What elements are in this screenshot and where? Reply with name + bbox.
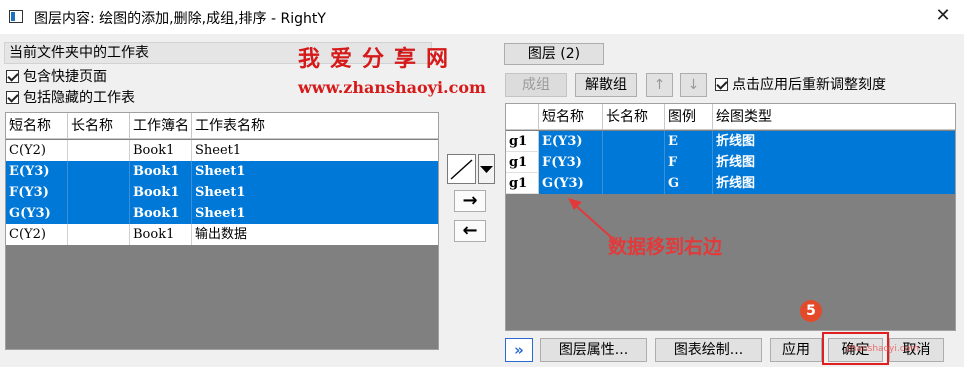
expand-dialog-button[interactable]: » xyxy=(505,338,533,362)
cell-long xyxy=(603,173,665,194)
cell-book: Book1 xyxy=(130,140,192,161)
checkbox-checked-icon[interactable] xyxy=(6,70,19,83)
grid-header: 短名称 长名称 工作簿名 工作表名称 xyxy=(6,113,438,139)
cell-long xyxy=(68,140,130,161)
col-plot-type[interactable]: 绘图类型 xyxy=(713,104,955,130)
cell-short: C(Y2) xyxy=(6,224,68,245)
cell-sheet: Sheet1 xyxy=(195,164,246,179)
include-shortcut-pages-checkbox[interactable]: 包含快捷页面 xyxy=(6,68,107,86)
cell-type: 折线图 xyxy=(716,176,756,191)
ungroup-button[interactable]: 解散组 xyxy=(575,73,637,97)
cell-book: Book1 xyxy=(130,161,192,182)
remove-from-layer-button[interactable]: ← xyxy=(454,220,486,242)
move-up-button[interactable]: ↑ xyxy=(646,73,673,97)
cell-short: F(Y3) xyxy=(6,182,68,203)
table-row[interactable]: C(Y2) Book1 输出数据 xyxy=(6,224,438,245)
move-down-button[interactable]: ↓ xyxy=(680,73,707,97)
window-title: 图层内容: 绘图的添加,删除,成组,排序 - RightY xyxy=(34,11,326,27)
cell-short: E(Y3) xyxy=(539,131,603,152)
cell-long xyxy=(68,203,130,224)
row-group-label[interactable]: g1 xyxy=(506,131,539,152)
rescale-on-apply-checkbox[interactable]: 点击应用后重新调整刻度 xyxy=(715,76,886,94)
cell-type: 折线图 xyxy=(716,155,756,170)
cell-book: Book1 xyxy=(130,203,192,224)
table-row[interactable]: G(Y3) Book1 Sheet1 xyxy=(6,203,438,224)
checkbox-label: 包括隐藏的工作表 xyxy=(23,90,135,106)
checkbox-checked-icon[interactable] xyxy=(6,91,19,104)
app-icon xyxy=(9,10,23,23)
layer-properties-button[interactable]: 图层属性... xyxy=(540,338,647,362)
cell-long xyxy=(603,152,665,173)
row-group-label[interactable]: g1 xyxy=(506,173,539,194)
col-book-name[interactable]: 工作簿名 xyxy=(130,113,192,139)
arrow-up-icon: ↑ xyxy=(653,77,666,93)
grid-header: 短名称 长名称 图例 绘图类型 xyxy=(506,104,955,130)
cell-sheet: Sheet1 xyxy=(195,143,242,158)
cell-long xyxy=(68,161,130,182)
plot-type-dropdown[interactable] xyxy=(478,154,495,184)
layer-tab[interactable]: 图层 (2) xyxy=(504,43,604,65)
cell-long xyxy=(68,182,130,203)
cell-short: E(Y3) xyxy=(6,161,68,182)
col-short-name[interactable]: 短名称 xyxy=(539,104,603,130)
annotation-label: 数据移到右边 xyxy=(608,236,723,258)
col-long-name[interactable]: 长名称 xyxy=(68,113,130,139)
cell-book: Book1 xyxy=(130,182,192,203)
available-data-grid[interactable]: 短名称 长名称 工作簿名 工作表名称 C(Y2) Book1 Sheet1 E(Y3)… xyxy=(5,112,439,350)
col-group xyxy=(506,104,539,130)
table-row[interactable]: F(Y3) Book1 Sheet1 xyxy=(6,182,438,203)
watermark-text: 我爱分享网 xyxy=(298,47,459,72)
line-plot-icon xyxy=(450,159,473,180)
table-row[interactable]: g1 E(Y3) E 折线图 xyxy=(506,131,955,152)
table-row[interactable]: E(Y3) Book1 Sheet1 xyxy=(6,161,438,182)
arrow-down-icon: ↓ xyxy=(687,77,700,93)
table-row[interactable]: g1 F(Y3) F 折线图 xyxy=(506,152,955,173)
cell-short: F(Y3) xyxy=(539,152,603,173)
col-sheet-name[interactable]: 工作表名称 xyxy=(192,113,438,139)
cell-short: C(Y2) xyxy=(6,140,68,161)
checkbox-label: 包含快捷页面 xyxy=(23,69,107,85)
cell-long xyxy=(68,224,130,245)
cell-type: 折线图 xyxy=(716,134,756,149)
cell-sheet: Sheet1 xyxy=(195,206,246,221)
cell-book: Book1 xyxy=(130,224,192,245)
col-legend[interactable]: 图例 xyxy=(665,104,713,130)
cell-sheet: 输出数据 xyxy=(195,227,248,242)
dropdown-triangle-icon xyxy=(480,166,493,173)
watermark-small: zhanshaoyi.com xyxy=(846,344,919,354)
step-badge: 5 xyxy=(800,300,822,322)
watermark-url: www.zhanshaoyi.com xyxy=(298,78,486,97)
table-row[interactable]: C(Y2) Book1 Sheet1 xyxy=(6,140,438,161)
cell-legend: F xyxy=(665,152,713,173)
checkbox-label: 点击应用后重新调整刻度 xyxy=(732,77,886,93)
cell-legend: E xyxy=(665,131,713,152)
col-short-name[interactable]: 短名称 xyxy=(6,113,68,139)
col-long-name[interactable]: 长名称 xyxy=(603,104,665,130)
cell-short: G(Y3) xyxy=(6,203,68,224)
plot-setup-button[interactable]: 图表绘制... xyxy=(655,338,762,362)
cell-short: G(Y3) xyxy=(539,173,603,194)
row-group-label[interactable]: g1 xyxy=(506,152,539,173)
apply-button[interactable]: 应用 xyxy=(770,338,822,362)
group-button[interactable]: 成组 xyxy=(505,73,567,97)
close-icon[interactable]: ✕ xyxy=(932,4,954,28)
cell-legend: G xyxy=(665,173,713,194)
cell-long xyxy=(603,131,665,152)
plot-type-button[interactable] xyxy=(447,154,476,184)
cell-sheet: Sheet1 xyxy=(195,185,246,200)
table-row[interactable]: g1 G(Y3) G 折线图 xyxy=(506,173,955,194)
include-hidden-sheets-checkbox[interactable]: 包括隐藏的工作表 xyxy=(6,89,135,107)
add-to-layer-button[interactable]: → xyxy=(454,190,486,212)
checkbox-checked-icon[interactable] xyxy=(715,78,728,91)
